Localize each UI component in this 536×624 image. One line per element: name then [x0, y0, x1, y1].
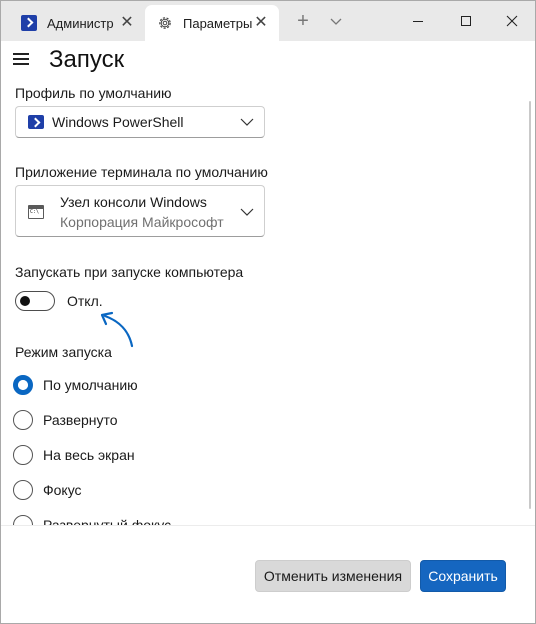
terminal-window: Администр ✕ Параметры ✕ + Запуск Профиль… [0, 0, 536, 624]
gear-icon [157, 15, 173, 31]
radio-label: Фокус [43, 482, 82, 498]
save-button[interactable]: Сохранить [420, 560, 506, 592]
radio-button[interactable] [13, 445, 33, 465]
tab-label: Администр [47, 15, 114, 31]
close-icon [506, 15, 518, 27]
page-title: Запуск [49, 46, 125, 73]
powershell-icon [28, 115, 44, 129]
default-terminal-value: Узел консоли Windows [60, 194, 207, 210]
radio-button[interactable] [13, 375, 33, 395]
minimize-button[interactable] [395, 1, 441, 41]
window-close-button[interactable] [489, 1, 535, 41]
launch-mode-option-fullscreen[interactable]: На весь экран [13, 443, 135, 467]
title-bar[interactable]: Администр ✕ Параметры ✕ + [1, 1, 535, 41]
launch-mode-label: Режим запуска [15, 344, 112, 360]
radio-label: На весь экран [43, 447, 135, 463]
launch-on-startup-toggle[interactable] [15, 291, 55, 311]
chevron-down-icon [330, 18, 342, 25]
scrollbar[interactable] [529, 101, 531, 509]
radio-label: По умолчанию [43, 377, 138, 393]
settings-content: Профиль по умолчанию Windows PowerShell … [1, 81, 535, 525]
menu-icon[interactable] [13, 53, 31, 67]
powershell-icon [21, 15, 37, 31]
discard-changes-button[interactable]: Отменить изменения [255, 560, 411, 592]
launch-mode-option-maximized-focus[interactable]: Развернутый фокус [13, 513, 171, 525]
maximize-icon [461, 16, 471, 26]
minimize-icon [413, 20, 423, 22]
maximize-button[interactable] [443, 1, 489, 41]
console-icon [28, 205, 44, 219]
tab-label: Параметры [183, 15, 253, 31]
footer-bar: Отменить изменения Сохранить [1, 525, 535, 623]
tab-settings[interactable]: Параметры ✕ [145, 5, 279, 41]
default-profile-label: Профиль по умолчанию [15, 85, 172, 101]
radio-label: Развернутый фокус [43, 517, 172, 525]
close-icon[interactable]: ✕ [119, 15, 135, 31]
default-profile-dropdown[interactable]: Windows PowerShell [15, 106, 265, 138]
default-terminal-dropdown[interactable]: Узел консоли Windows Корпорация Майкросо… [15, 185, 265, 237]
new-tab-button[interactable]: + [287, 1, 319, 41]
default-terminal-label: Приложение терминала по умолчанию [15, 164, 268, 180]
tab-admin[interactable]: Администр ✕ [9, 5, 145, 41]
default-terminal-publisher: Корпорация Майкрософт [60, 214, 224, 230]
launch-mode-option-maximized[interactable]: Развернуто [13, 408, 118, 432]
tab-dropdown-button[interactable] [321, 1, 351, 41]
radio-button[interactable] [13, 480, 33, 500]
radio-button[interactable] [13, 410, 33, 430]
radio-label: Развернуто [43, 412, 118, 428]
launch-on-startup-label: Запускать при запуске компьютера [15, 264, 244, 280]
chevron-down-icon [240, 118, 254, 126]
launch-mode-option-default[interactable]: По умолчанию [13, 373, 138, 397]
chevron-down-icon [240, 208, 254, 216]
launch-mode-option-focus[interactable]: Фокус [13, 478, 82, 502]
toggle-knob [20, 296, 30, 306]
close-icon[interactable]: ✕ [253, 15, 269, 31]
default-profile-value: Windows PowerShell [52, 114, 184, 130]
radio-button[interactable] [13, 515, 33, 525]
